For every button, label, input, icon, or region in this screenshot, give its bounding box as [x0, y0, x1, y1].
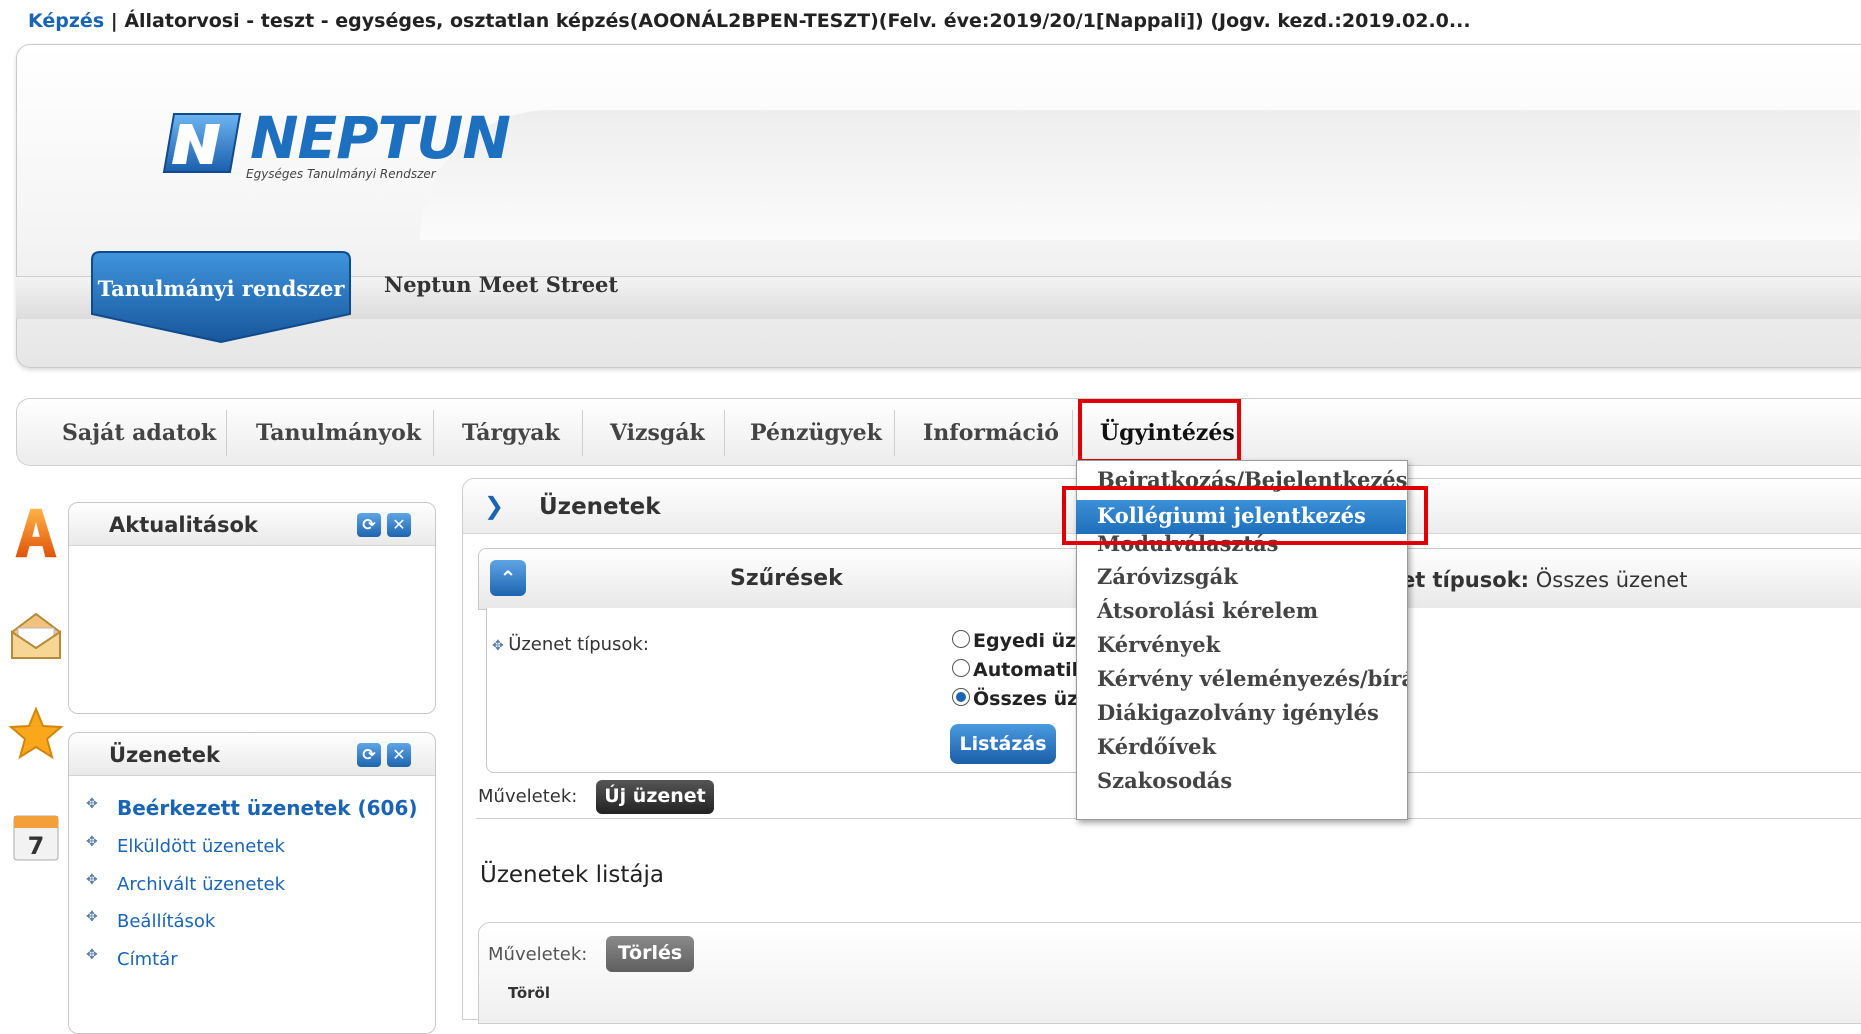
list-operations-label: Műveletek:: [488, 944, 588, 965]
menu-separator: [724, 410, 725, 456]
filter-field-label: ✥ Üzenet típusok:: [492, 634, 649, 655]
dropdown-item-kerdoivek[interactable]: Kérdőívek: [1097, 734, 1216, 759]
bullet-icon: ✥: [86, 872, 98, 888]
menu-separator: [1072, 410, 1073, 456]
menu-sajat-adatok[interactable]: Saját adatok: [62, 420, 216, 446]
menu-separator: [894, 410, 895, 456]
new-message-button[interactable]: Új üzenet: [596, 780, 714, 814]
messages-envelope-icon[interactable]: [8, 608, 64, 664]
favorites-star-icon[interactable]: [8, 706, 64, 762]
dropdown-item-szakosodas[interactable]: Szakosodás: [1097, 768, 1232, 793]
training-breadcrumb: Képzés | Állatorvosi - teszt - egységes,…: [28, 10, 1471, 32]
panel-title: Üzenetek: [539, 494, 661, 520]
inbox-link[interactable]: Beérkezett üzenetek (606): [117, 796, 418, 820]
menu-tanulmanyok[interactable]: Tanulmányok: [256, 420, 421, 446]
directory-link[interactable]: Címtár: [117, 949, 178, 970]
tab-tanulmanyi-label: Tanulmányi rendszer: [97, 276, 345, 301]
aktualitasok-box: Aktualitások ⟳ ✕: [68, 502, 436, 714]
sent-link[interactable]: Elküldött üzenetek: [117, 836, 285, 857]
aktualitasok-a-icon[interactable]: [8, 505, 64, 561]
radio-automatikus[interactable]: [952, 659, 970, 677]
archived-link[interactable]: Archivált üzenetek: [117, 874, 285, 895]
refresh-icon[interactable]: ⟳: [357, 743, 381, 767]
aktualitasok-title: Aktualitások: [109, 513, 258, 537]
header-decoration: [420, 110, 1860, 240]
filter-field-label-text: Üzenet típusok:: [508, 634, 649, 655]
radio-egyedi[interactable]: [952, 630, 970, 648]
dropdown-item-kervenyek[interactable]: Kérvények: [1097, 632, 1220, 657]
breadcrumb-separator: |: [104, 10, 125, 32]
dropdown-item-kerveny-velemenyezes[interactable]: Kérvény véleményezés/bírálás: [1097, 666, 1407, 691]
bullet-icon: ✥: [492, 638, 509, 654]
kepzes-link[interactable]: Képzés: [28, 10, 104, 32]
radio-osszes-label: Összes üz: [973, 688, 1079, 710]
bullet-icon: ✥: [86, 947, 98, 963]
chevron-right-icon: ❯: [484, 492, 505, 520]
delete-button[interactable]: Törlés: [606, 936, 694, 972]
menu-vizsgak[interactable]: Vizsgák: [610, 420, 705, 446]
calendar-icon[interactable]: 7: [8, 810, 64, 866]
bullet-icon: ✥: [86, 796, 98, 812]
tab-neptun-meet-street[interactable]: Neptun Meet Street: [384, 272, 618, 297]
dropdown-item-zarovizsgak[interactable]: Záróvizsgák: [1097, 564, 1238, 589]
svg-text:7: 7: [28, 832, 45, 860]
radio-egyedi-label: Egyedi üz: [973, 630, 1077, 652]
dropdown-item-atsorolasi[interactable]: Átsorolási kérelem: [1097, 598, 1318, 623]
message-list-title: Üzenetek listája: [480, 862, 664, 888]
menu-separator: [582, 410, 583, 456]
neptun-logo-subtitle: Egységes Tanulmányi Rendszer: [246, 167, 436, 181]
collapse-up-icon[interactable]: ⌃: [490, 560, 526, 596]
menu-separator: [226, 410, 227, 456]
close-icon[interactable]: ✕: [387, 513, 411, 537]
neptun-logo-icon[interactable]: [162, 112, 242, 180]
training-description: Állatorvosi - teszt - egységes, osztatla…: [124, 10, 1471, 32]
column-header-torol[interactable]: Töröl: [508, 984, 550, 1002]
close-icon[interactable]: ✕: [387, 743, 411, 767]
radio-osszes[interactable]: [952, 688, 970, 706]
menu-targyak[interactable]: Tárgyak: [462, 420, 560, 446]
filter-summary: net típusok: Összes üzenet: [1386, 568, 1687, 592]
filter-title: Szűrések: [730, 566, 843, 591]
menu-informacio[interactable]: Információ: [923, 420, 1059, 446]
menu-highlight-box: [1078, 399, 1241, 463]
uzenetek-title: Üzenetek: [109, 743, 220, 767]
listazas-button[interactable]: Listázás: [950, 724, 1056, 764]
dropdown-item-diakigazolvany[interactable]: Diákigazolvány igénylés: [1097, 700, 1379, 725]
radio-automatikus-label: Automatil: [973, 659, 1079, 681]
refresh-icon[interactable]: ⟳: [357, 513, 381, 537]
operations-label: Műveletek:: [478, 786, 578, 807]
settings-link[interactable]: Beállítások: [117, 911, 215, 932]
bullet-icon: ✥: [86, 909, 98, 925]
bullet-icon: ✥: [86, 834, 98, 850]
menu-separator: [433, 410, 434, 456]
filter-summary-value: Összes üzenet: [1529, 568, 1688, 592]
dropdown-highlight-box: [1062, 486, 1428, 545]
neptun-logo-text: NEPTUN: [250, 104, 511, 172]
menu-penzugyek[interactable]: Pénzügyek: [750, 420, 882, 446]
